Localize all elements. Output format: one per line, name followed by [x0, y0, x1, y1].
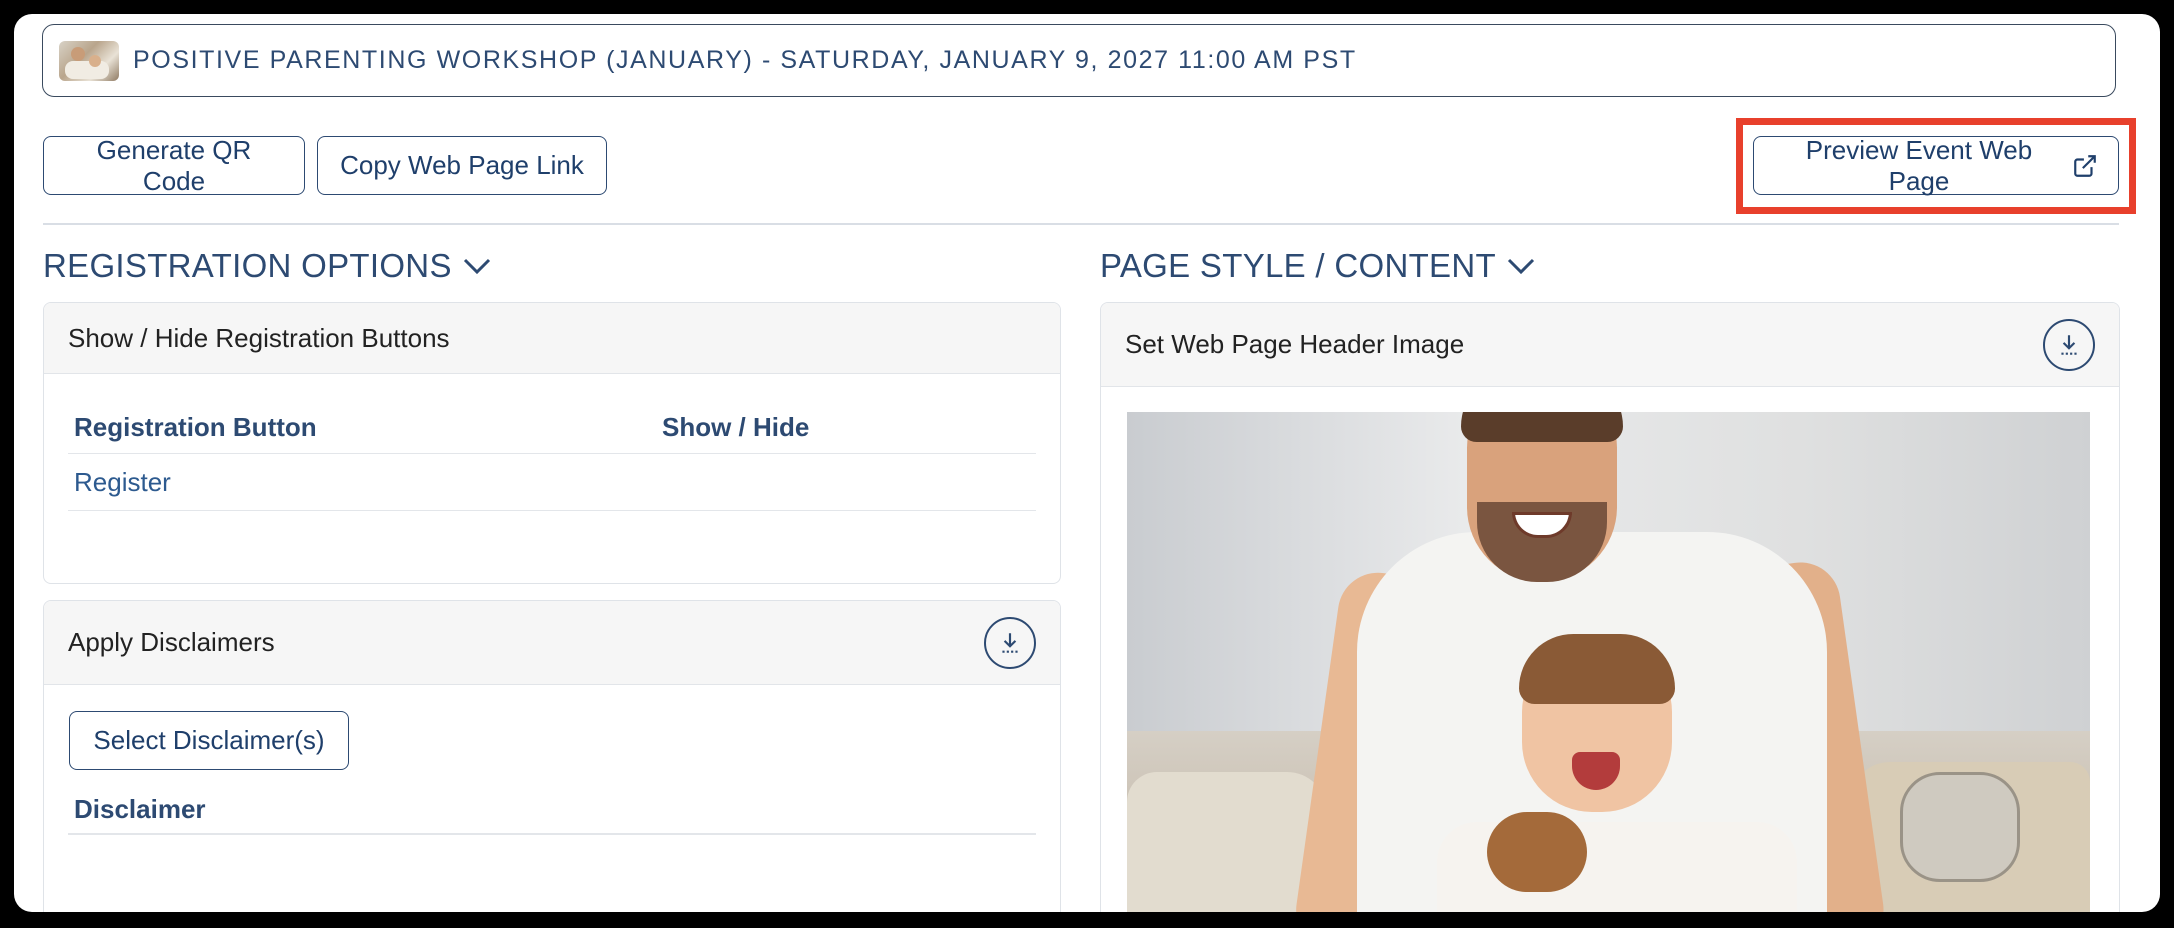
- app-frame: POSITIVE PARENTING WORKSHOP (JANUARY) - …: [14, 14, 2160, 912]
- registration-buttons-table: Registration Button Show / Hide Register: [68, 374, 1036, 511]
- column-header-disclaimer: Disclaimer: [74, 794, 206, 824]
- event-thumbnail: [59, 40, 119, 81]
- preview-button-label: Preview Event Web Page: [1805, 134, 2033, 196]
- panel-title: Set Web Page Header Image: [1125, 329, 1465, 359]
- event-summary-bar: POSITIVE PARENTING WORKSHOP (JANUARY) - …: [42, 24, 2116, 97]
- download-icon[interactable]: [984, 616, 1036, 669]
- download-icon[interactable]: [2043, 318, 2095, 371]
- panel-title: Apply Disclaimers: [68, 627, 275, 657]
- divider: [43, 223, 2119, 225]
- page-style-content-title: PAGE STYLE / CONTENT: [1100, 247, 1496, 284]
- chevron-down-icon: [1506, 256, 1536, 276]
- panel-header: Apply Disclaimers: [44, 601, 1060, 685]
- event-title: POSITIVE PARENTING WORKSHOP (JANUARY) - …: [133, 46, 1357, 74]
- select-disclaimers-button[interactable]: Select Disclaimer(s): [69, 711, 349, 770]
- registration-buttons-panel: Show / Hide Registration Buttons Registr…: [43, 302, 1061, 584]
- column-header-registration-button: Registration Button: [74, 412, 317, 442]
- chevron-down-icon: [462, 256, 492, 276]
- copy-web-page-link-button[interactable]: Copy Web Page Link: [317, 136, 607, 195]
- panel-title: Show / Hide Registration Buttons: [68, 322, 450, 353]
- apply-disclaimers-panel: Apply Disclaimers Select Disclaimer(s) D…: [43, 600, 1061, 912]
- generate-qr-code-button[interactable]: Generate QR Code: [43, 135, 305, 196]
- panel-header: Show / Hide Registration Buttons: [44, 303, 1060, 374]
- panel-header: Set Web Page Header Image: [1101, 303, 2119, 387]
- column-header-show-hide: Show / Hide: [662, 412, 810, 442]
- table-row: Register: [68, 454, 1036, 511]
- page-style-content-heading[interactable]: PAGE STYLE / CONTENT: [1100, 247, 1536, 285]
- header-image: [1127, 412, 2090, 912]
- preview-event-web-page-button[interactable]: Preview Event Web Page: [1753, 134, 2119, 196]
- external-link-icon: [2072, 153, 2098, 179]
- divider: [68, 833, 1036, 835]
- registration-options-title: REGISTRATION OPTIONS: [43, 247, 452, 284]
- register-link[interactable]: Register: [68, 467, 662, 498]
- table-header: Registration Button Show / Hide: [68, 374, 1036, 454]
- header-image-panel: Set Web Page Header Image: [1100, 302, 2120, 912]
- registration-options-heading[interactable]: REGISTRATION OPTIONS: [43, 247, 492, 285]
